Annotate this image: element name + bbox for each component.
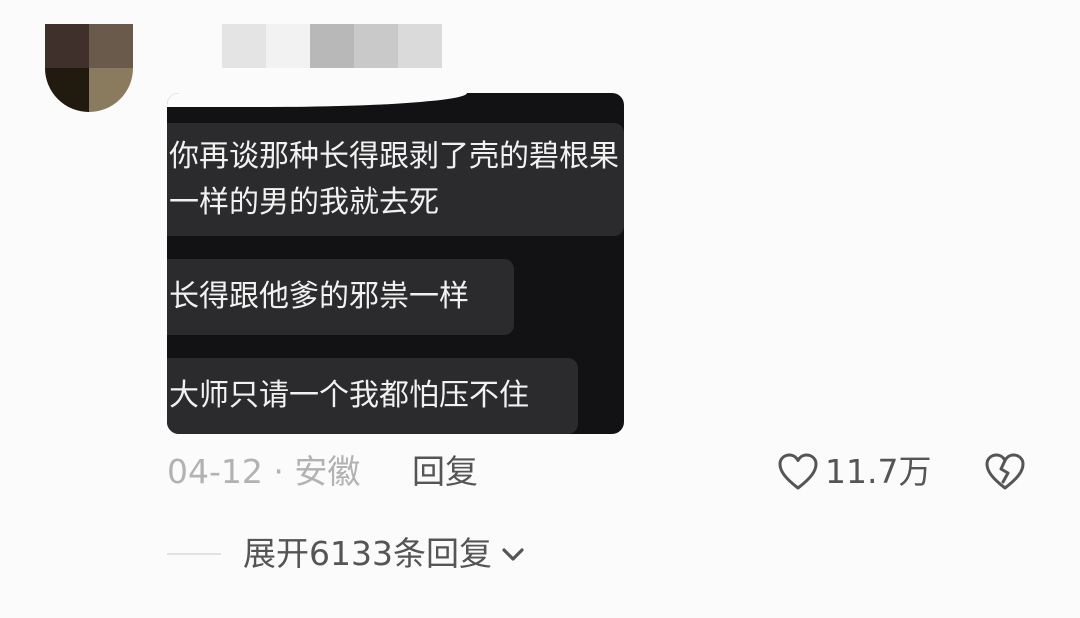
like-count: 11.7万 [825, 452, 932, 491]
chat-bubble: 你再谈那种长得跟剥了壳的碧根果 一样的男的我就去死 [167, 123, 624, 236]
like-button[interactable]: 11.7万 [777, 448, 931, 496]
image-top-edge [167, 93, 467, 107]
chat-bubble-line: 一样的男的我就去死 [169, 185, 439, 220]
reply-button[interactable]: 回复 [412, 448, 478, 496]
chat-bubble: 长得跟他爹的邪祟一样 [167, 259, 514, 335]
comment-date: 04-12 [167, 452, 263, 491]
expand-replies-label: 展开6133条回复 [243, 534, 492, 573]
chat-bubble: 大师只请一个我都怕压不住 [167, 358, 578, 434]
comment-date-location: 04-12 · 安徽 [167, 448, 360, 496]
comment-meta-row: 04-12 · 安徽 回复 11.7万 [167, 448, 1080, 496]
username-blurred[interactable] [222, 24, 442, 68]
expand-replies-button[interactable]: 展开6133条回复 [243, 530, 526, 578]
meta-separator: · [273, 452, 284, 491]
heart-outline-icon [778, 453, 818, 490]
chat-bubble-line: 你再谈那种长得跟剥了壳的碧根果 [169, 139, 619, 174]
comment-image[interactable]: 你再谈那种长得跟剥了壳的碧根果 一样的男的我就去死 长得跟他爹的邪祟一样 大师只… [167, 93, 624, 434]
chevron-down-icon [502, 548, 524, 561]
chat-bubble-line: 长得跟他爹的邪祟一样 [169, 279, 469, 314]
divider-line [167, 553, 221, 555]
avatar[interactable] [45, 24, 133, 112]
dislike-button[interactable] [984, 452, 1026, 505]
chat-bubble-line: 大师只请一个我都怕压不住 [169, 378, 529, 413]
broken-heart-icon [985, 453, 1025, 490]
expand-replies[interactable]: 展开6133条回复 [167, 530, 526, 578]
comment-location: 安徽 [294, 452, 361, 491]
